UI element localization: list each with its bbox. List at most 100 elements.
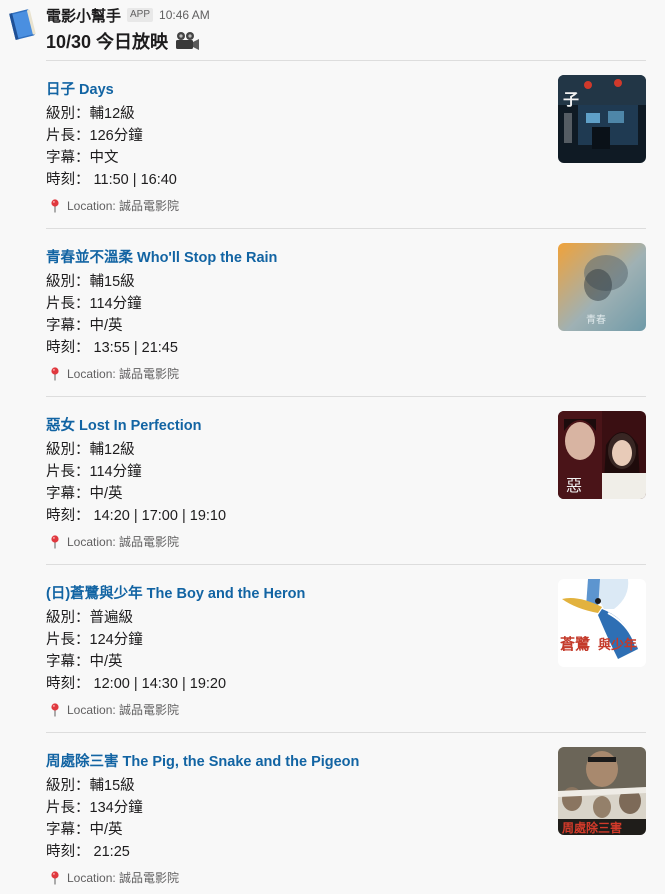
app-badge: APP: [127, 8, 154, 22]
rating-label: 級別：: [46, 778, 90, 794]
location-text: Location: 誠品電影院: [67, 703, 180, 717]
round-pushpin-icon: [50, 534, 60, 549]
showtimes-label: 時刻：: [46, 172, 94, 188]
rating-line: 級別：輔12級: [46, 102, 135, 123]
length-label: 片長：: [46, 128, 90, 144]
length-line: 片長：126分鐘: [46, 124, 143, 145]
movie-card: (日)蒼鷺與少年 The Boy and the Heron 級別：普遍級 片長…: [46, 564, 646, 718]
movie-camera-icon: [174, 31, 200, 51]
showtimes-line: 時刻： 13:55 | 21:45: [46, 336, 178, 357]
subtitle-label: 字幕：: [46, 150, 90, 166]
location-text: Location: 誠品電影院: [67, 535, 180, 549]
svg-text:青春: 青春: [586, 313, 606, 326]
rating-value: 輔15級: [89, 778, 135, 794]
movie-card: 周處除三害 The Pig, the Snake and the Pigeon …: [46, 732, 646, 886]
svg-text:與少年: 與少年: [598, 637, 637, 653]
message-timestamp[interactable]: 10:46 AM: [159, 8, 210, 22]
subtitle-line: 字幕：中/英: [46, 482, 123, 503]
rating-line: 級別：輔12級: [46, 438, 135, 459]
subtitle-line: 字幕：中文: [46, 146, 119, 167]
rating-value: 普遍級: [89, 610, 134, 626]
round-pushpin-icon: [50, 366, 60, 381]
movie-poster-image[interactable]: 周處除三害: [558, 747, 646, 835]
message-title-text: 10/30 今日放映: [46, 32, 169, 52]
svg-text:惡: 惡: [566, 476, 582, 495]
rating-value: 輔15級: [89, 274, 135, 290]
length-line: 片長：114分鐘: [46, 292, 142, 313]
movie-poster-image[interactable]: 子: [558, 75, 646, 163]
movie-title-link[interactable]: (日)蒼鷺與少年 The Boy and the Heron: [46, 582, 305, 603]
length-value: 114分鐘: [89, 296, 142, 312]
subtitle-value: 中/英: [89, 654, 123, 670]
movie-poster-image[interactable]: 惡: [558, 411, 646, 499]
rating-label: 級別：: [46, 274, 90, 290]
movie-title-link[interactable]: 惡女 Lost In Perfection: [46, 414, 202, 435]
showtimes-label: 時刻：: [46, 340, 94, 356]
showtimes-value: 21:25: [93, 844, 130, 860]
movie-poster-image[interactable]: 蒼鷺 與少年: [558, 579, 646, 667]
showtimes-label: 時刻：: [46, 508, 94, 524]
showtimes-value: 14:20 | 17:00 | 19:10: [93, 508, 227, 524]
showtimes-line: 時刻： 21:25: [46, 840, 130, 861]
rating-value: 輔12級: [89, 106, 135, 122]
round-pushpin-icon: [50, 198, 60, 213]
rating-label: 級別：: [46, 106, 90, 122]
svg-text:蒼鷺: 蒼鷺: [560, 635, 591, 653]
length-label: 片長：: [46, 464, 90, 480]
subtitle-line: 字幕：中/英: [46, 818, 123, 839]
showtimes-line: 時刻： 14:20 | 17:00 | 19:10: [46, 504, 226, 525]
location-row: Location: 誠品電影院: [50, 869, 179, 886]
rating-label: 級別：: [46, 610, 90, 626]
length-line: 片長：134分鐘: [46, 796, 143, 817]
bot-avatar-book-icon[interactable]: [4, 6, 40, 42]
length-line: 片長：124分鐘: [46, 628, 143, 649]
showtimes-value: 11:50 | 16:40: [93, 172, 177, 188]
movie-card: 青春並不溫柔 Who'll Stop the Rain 級別：輔15級 片長：1…: [46, 228, 646, 382]
svg-text:周處除三害: 周處除三害: [562, 820, 622, 835]
subtitle-label: 字幕：: [46, 822, 90, 838]
location-text: Location: 誠品電影院: [67, 199, 180, 213]
length-label: 片長：: [46, 800, 90, 816]
location-text: Location: 誠品電影院: [67, 871, 180, 885]
round-pushpin-icon: [50, 702, 60, 717]
subtitle-line: 字幕：中/英: [46, 314, 123, 335]
subtitle-line: 字幕：中/英: [46, 650, 123, 671]
location-row: Location: 誠品電影院: [50, 701, 179, 718]
subtitle-label: 字幕：: [46, 486, 90, 502]
length-label: 片長：: [46, 632, 90, 648]
length-line: 片長：114分鐘: [46, 460, 142, 481]
location-row: Location: 誠品電影院: [50, 197, 179, 214]
location-row: Location: 誠品電影院: [50, 365, 179, 382]
bot-name[interactable]: 電影小幫手: [46, 5, 121, 26]
location-row: Location: 誠品電影院: [50, 533, 179, 550]
rating-value: 輔12級: [89, 442, 135, 458]
showtimes-line: 時刻： 11:50 | 16:40: [46, 168, 177, 189]
rating-label: 級別：: [46, 442, 90, 458]
subtitle-value: 中文: [89, 150, 119, 166]
round-pushpin-icon: [50, 870, 60, 885]
rating-line: 級別：輔15級: [46, 774, 135, 795]
movie-title-link[interactable]: 青春並不溫柔 Who'll Stop the Rain: [46, 246, 277, 267]
showtimes-value: 13:55 | 21:45: [93, 340, 178, 356]
subtitle-label: 字幕：: [46, 654, 90, 670]
movie-poster-image[interactable]: 青春: [558, 243, 646, 331]
movie-card: 惡女 Lost In Perfection 級別：輔12級 片長：114分鐘 字…: [46, 396, 646, 550]
subtitle-label: 字幕：: [46, 318, 90, 334]
movie-card: 日子 Days 級別：輔12級 片長：126分鐘 字幕：中文 時刻： 11:50…: [46, 60, 646, 214]
rating-line: 級別：普遍級: [46, 606, 133, 627]
length-value: 134分鐘: [89, 800, 143, 816]
message-title: 10/30 今日放映: [46, 28, 200, 54]
length-value: 124分鐘: [89, 632, 143, 648]
length-value: 126分鐘: [89, 128, 143, 144]
showtimes-label: 時刻：: [46, 676, 94, 692]
subtitle-value: 中/英: [89, 486, 123, 502]
svg-text:子: 子: [563, 90, 579, 109]
length-label: 片長：: [46, 296, 90, 312]
subtitle-value: 中/英: [89, 822, 123, 838]
subtitle-value: 中/英: [89, 318, 123, 334]
showtimes-value: 12:00 | 14:30 | 19:20: [93, 676, 227, 692]
movie-title-link[interactable]: 周處除三害 The Pig, the Snake and the Pigeon: [46, 750, 359, 771]
movie-title-link[interactable]: 日子 Days: [46, 78, 114, 99]
rating-line: 級別：輔15級: [46, 270, 135, 291]
showtimes-label: 時刻：: [46, 844, 94, 860]
